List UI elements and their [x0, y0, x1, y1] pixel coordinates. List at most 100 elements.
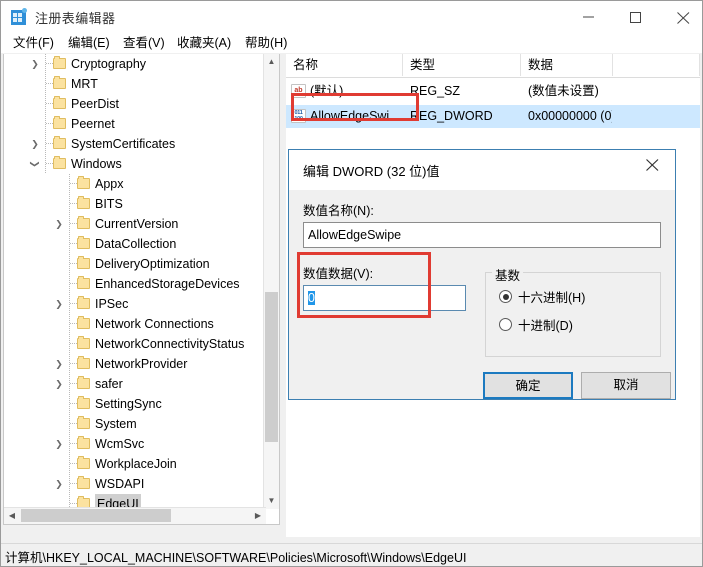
- tree-guide-line: [69, 454, 70, 474]
- tree-guide-line: [69, 314, 70, 334]
- tree-item-appx[interactable]: Appx: [4, 174, 266, 194]
- tree-item-label: System: [95, 417, 137, 431]
- dword-value-icon: 011 100: [291, 109, 306, 123]
- tree-guide-line: [45, 114, 46, 134]
- scroll-down-icon[interactable]: ▼: [264, 493, 279, 509]
- tree-guide-line: [69, 174, 70, 194]
- menu-favorites[interactable]: 收藏夹(A): [173, 34, 235, 52]
- folder-icon: [77, 236, 90, 249]
- tree-item-ipsec[interactable]: ❯ IPSec: [4, 294, 266, 314]
- value-data-input[interactable]: 0: [303, 285, 466, 311]
- tree-item-label: EnhancedStorageDevices: [95, 277, 240, 291]
- tree-guide-line: [69, 254, 70, 274]
- minimize-button[interactable]: [567, 1, 613, 32]
- tree-item-workplacejoin[interactable]: WorkplaceJoin: [4, 454, 266, 474]
- tree-item-peernet[interactable]: Peernet: [4, 114, 266, 134]
- close-icon: [677, 12, 690, 24]
- tree-item-cryptography[interactable]: ❯ Cryptography: [4, 54, 266, 74]
- tree-item-label: Network Connections: [95, 317, 214, 331]
- tree-scroll-thumb[interactable]: [265, 292, 278, 442]
- tree-item-label: DeliveryOptimization: [95, 257, 210, 271]
- tree-item-safer[interactable]: ❯ safer: [4, 374, 266, 394]
- tree-item-settingsync[interactable]: SettingSync: [4, 394, 266, 414]
- tree-item-wcmsvc[interactable]: ❯ WcmSvc: [4, 434, 266, 454]
- list-column-header-4[interactable]: [613, 54, 700, 76]
- radio-decimal[interactable]: [499, 318, 512, 331]
- list-column-header-3[interactable]: 数据: [521, 54, 613, 76]
- chevron-right-icon[interactable]: ❯: [52, 474, 66, 494]
- radio-decimal-label[interactable]: 十进制(D): [518, 315, 573, 334]
- folder-icon: [53, 76, 66, 89]
- tree-item-deliveryoptimization[interactable]: DeliveryOptimization: [4, 254, 266, 274]
- scroll-left-icon[interactable]: ◀: [4, 508, 20, 523]
- folder-icon: [77, 296, 90, 309]
- tree-item-networkconnectivitystatus[interactable]: NetworkConnectivityStatus: [4, 334, 266, 354]
- tree-item-wsdapi[interactable]: ❯ WSDAPI: [4, 474, 266, 494]
- folder-icon: [77, 456, 90, 469]
- tree-item-windows[interactable]: ❯ Windows: [4, 154, 266, 174]
- folder-icon: [77, 396, 90, 409]
- tree-guide-line: [69, 434, 70, 454]
- value-name-input[interactable]: AllowEdgeSwipe: [303, 222, 661, 248]
- tree-guide-line: [69, 394, 70, 414]
- tree-guide-line: [69, 334, 70, 354]
- tree-item-label: Appx: [95, 177, 124, 191]
- string-value-icon: ab: [291, 84, 306, 98]
- list-column-header-2[interactable]: 类型: [403, 54, 521, 76]
- chevron-right-icon[interactable]: ❯: [52, 434, 66, 454]
- tree-item-enhancedstoragedevices[interactable]: EnhancedStorageDevices: [4, 274, 266, 294]
- tree-horizontal-scrollbar[interactable]: ◀ ▶: [4, 507, 266, 524]
- tree-item-label: NetworkProvider: [95, 357, 188, 371]
- scroll-right-icon[interactable]: ▶: [250, 508, 266, 523]
- scroll-up-icon[interactable]: ▲: [264, 54, 279, 70]
- tree-item-currentversion[interactable]: ❯ CurrentVersion: [4, 214, 266, 234]
- ok-button[interactable]: 确定: [483, 372, 573, 399]
- list-column-header-1[interactable]: 名称: [286, 54, 403, 76]
- tree-item-network-connections[interactable]: Network Connections: [4, 314, 266, 334]
- tree-item-bits[interactable]: BITS: [4, 194, 266, 214]
- chevron-right-icon[interactable]: ❯: [52, 294, 66, 314]
- table-row[interactable]: ab (默认) REG_SZ (数值未设置): [286, 80, 700, 103]
- menu-file[interactable]: 文件(F): [9, 34, 58, 52]
- radio-hexadecimal-label[interactable]: 十六进制(H): [518, 287, 585, 306]
- folder-icon: [77, 316, 90, 329]
- menu-edit[interactable]: 编辑(E): [64, 34, 114, 52]
- tree-item-label: BITS: [95, 197, 123, 211]
- table-row[interactable]: 011 100 AllowEdgeSwi... REG_DWORD 0x00000000…: [286, 105, 700, 128]
- values-list-header: 名称 类型 数据: [286, 54, 700, 78]
- chevron-right-icon[interactable]: ❯: [28, 54, 42, 74]
- tree-guide-line: [45, 94, 46, 114]
- tree-item-datacollection[interactable]: DataCollection: [4, 234, 266, 254]
- menu-help[interactable]: 帮助(H): [241, 34, 291, 52]
- tree-vertical-scrollbar[interactable]: ▲ ▼: [263, 54, 279, 509]
- tree-item-label: CurrentVersion: [95, 217, 179, 231]
- dialog-close-button[interactable]: [631, 150, 675, 179]
- tree-guide-line: [45, 54, 46, 74]
- tree-item-label: safer: [95, 377, 123, 391]
- cell-data: (数值未设置): [528, 84, 599, 98]
- tree-item-systemcertificates[interactable]: ❯ SystemCertificates: [4, 134, 266, 154]
- registry-tree-pane[interactable]: ❯ Cryptography MRT PeerDist Peernet ❯ SystemCe…: [3, 54, 280, 525]
- chevron-right-icon[interactable]: ❯: [52, 214, 66, 234]
- chevron-right-icon[interactable]: ❯: [28, 134, 42, 154]
- title-bar: 注册表编辑器: [1, 1, 702, 33]
- close-button[interactable]: [661, 1, 703, 32]
- tree-guide-line: [45, 134, 46, 154]
- tree-guide-line: [69, 474, 70, 494]
- chevron-right-icon[interactable]: ❯: [52, 354, 66, 374]
- tree-item-label: SystemCertificates: [71, 137, 176, 151]
- tree-guide-line: [69, 294, 70, 314]
- tree-hscroll-thumb[interactable]: [21, 509, 171, 522]
- menu-view[interactable]: 查看(V): [119, 34, 169, 52]
- value-data-text: 0: [308, 291, 315, 305]
- tree-item-networkprovider[interactable]: ❯ NetworkProvider: [4, 354, 266, 374]
- tree-item-peerdist[interactable]: PeerDist: [4, 94, 266, 114]
- folder-icon: [77, 416, 90, 429]
- maximize-button[interactable]: [614, 1, 660, 32]
- tree-item-mrt[interactable]: MRT: [4, 74, 266, 94]
- chevron-right-icon[interactable]: ❯: [52, 374, 66, 394]
- cancel-button[interactable]: 取消: [581, 372, 671, 399]
- tree-item-system[interactable]: System: [4, 414, 266, 434]
- chevron-down-icon[interactable]: ❯: [25, 157, 45, 171]
- radio-hexadecimal[interactable]: [499, 290, 512, 303]
